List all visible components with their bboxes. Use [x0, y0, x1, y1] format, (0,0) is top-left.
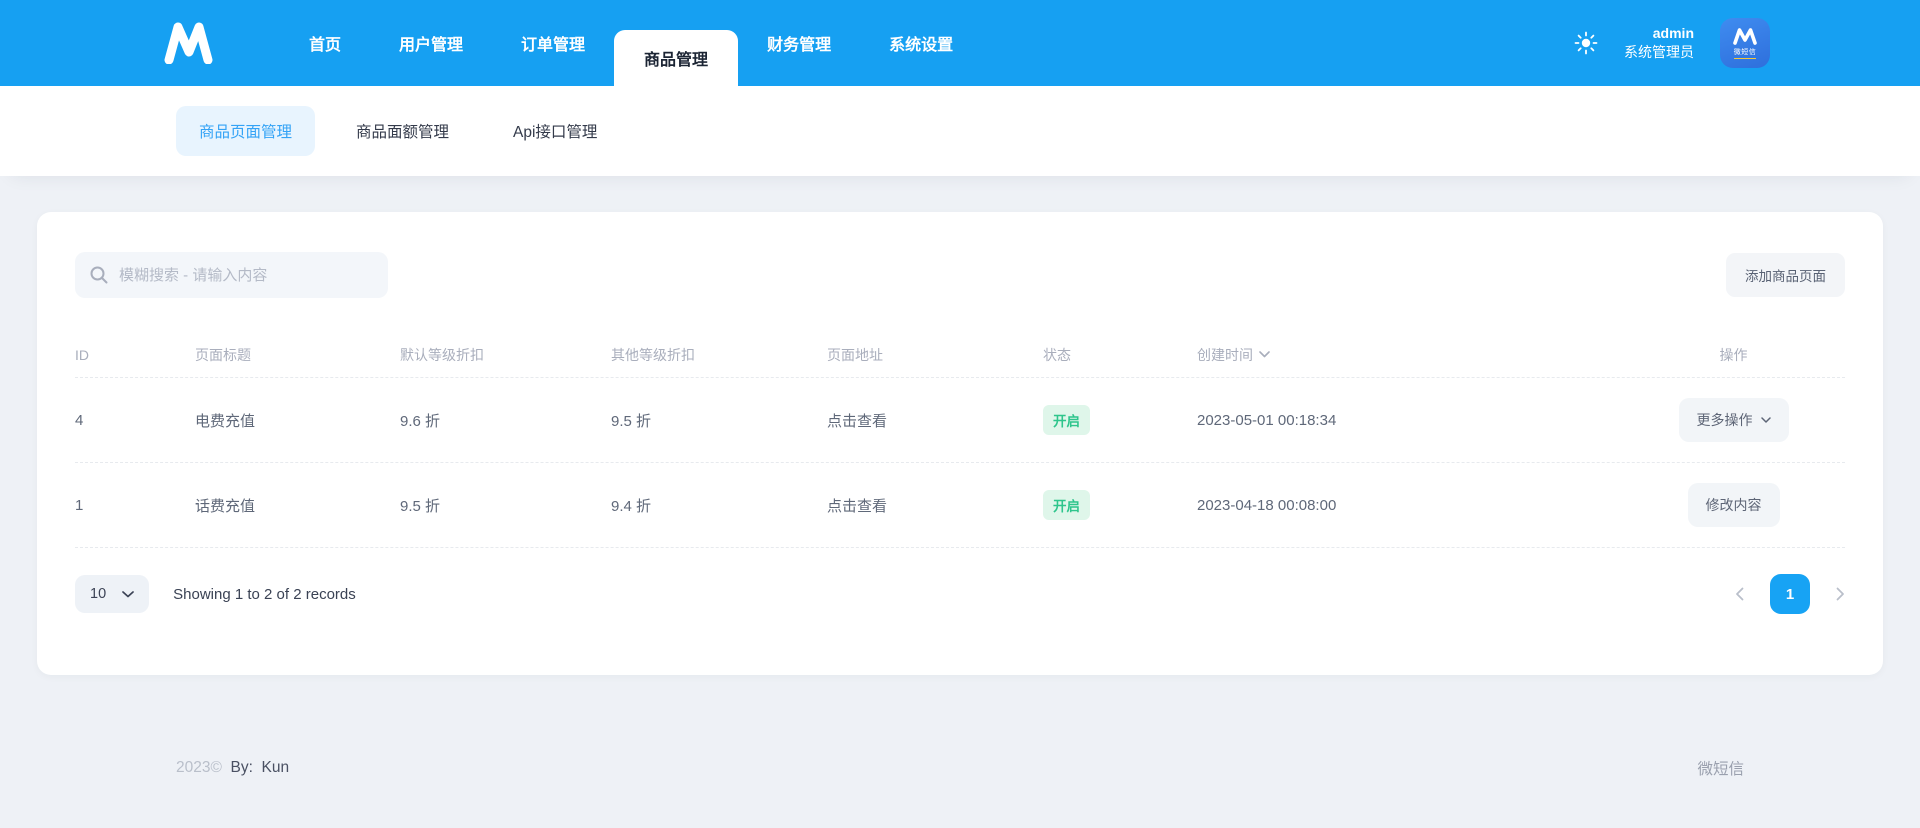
search-box[interactable]	[75, 252, 388, 298]
chevron-down-icon	[1760, 417, 1771, 423]
nav-item-users[interactable]: 用户管理	[370, 0, 492, 86]
avatar-caption: 微短信	[1733, 47, 1757, 59]
col-header-page-link: 页面地址	[827, 346, 883, 363]
page-number-button[interactable]: 1	[1770, 574, 1810, 614]
cell-title: 话费充值	[195, 497, 256, 515]
sub-nav: 商品页面管理 商品面额管理 Api接口管理	[0, 86, 1920, 176]
search-icon	[89, 265, 109, 285]
col-header-id: ID	[75, 346, 89, 363]
nav-item-home[interactable]: 首页	[280, 0, 370, 86]
cell-page-link[interactable]: 点击查看	[827, 495, 1043, 516]
page-footer: 2023© By: Kun 微短信	[176, 757, 1744, 779]
theme-toggle-button[interactable]	[1574, 31, 1598, 55]
cell-created: 2023-04-18 00:08:00	[1197, 496, 1337, 514]
subnav-item-api[interactable]: Api接口管理	[490, 106, 620, 156]
footer-copyright: 2023© By: Kun	[176, 759, 289, 777]
col-header-created: 创建时间	[1197, 346, 1253, 363]
footer-brand: 微短信	[1697, 761, 1744, 778]
cell-title: 电费充值	[195, 412, 256, 430]
col-header-status: 状态	[1043, 346, 1071, 363]
table-row: 4 电费充值 9.6 折 9.5 折 点击查看 开启 2023-05-01 00…	[75, 378, 1845, 463]
cell-default-discount: 9.6 折	[400, 412, 441, 430]
subnav-item-product-pages[interactable]: 商品页面管理	[176, 106, 316, 156]
logo-m-icon	[162, 22, 214, 64]
cell-other-discount: 9.4 折	[611, 497, 652, 515]
sun-icon	[1574, 31, 1598, 55]
col-header-other-discount: 其他等级折扣	[611, 346, 695, 363]
sort-chevron-down-icon	[1259, 351, 1270, 358]
brand-logo[interactable]	[162, 0, 214, 86]
chevron-right-icon	[1836, 587, 1845, 601]
footer-year: 2023©	[176, 759, 222, 776]
user-name: admin	[1652, 25, 1694, 42]
nav-item-settings[interactable]: 系统设置	[860, 0, 982, 86]
status-badge: 开启	[1043, 490, 1090, 520]
next-page-button[interactable]	[1836, 587, 1845, 601]
table-row: 1 话费充值 9.5 折 9.4 折 点击查看 开启 2023-04-18 00…	[75, 463, 1845, 548]
cell-created: 2023-05-01 00:18:34	[1197, 411, 1337, 429]
top-header: 首页 用户管理 订单管理 商品管理 财务管理 系统设置 admin 系统管理员 …	[0, 0, 1920, 86]
records-summary: Showing 1 to 2 of 2 records	[173, 585, 356, 603]
more-actions-button[interactable]: 更多操作	[1678, 398, 1789, 442]
header-right: admin 系统管理员 微短信	[1574, 0, 1770, 86]
edit-content-label: 修改内容	[1705, 497, 1762, 513]
main-nav: 首页 用户管理 订单管理 商品管理 财务管理 系统设置	[280, 0, 982, 86]
avatar-m-icon	[1732, 27, 1758, 45]
cell-id: 4	[75, 411, 84, 429]
search-input[interactable]	[119, 266, 374, 284]
col-header-created-sort[interactable]: 创建时间	[1197, 345, 1270, 365]
nav-item-products[interactable]: 商品管理	[614, 30, 739, 86]
edit-content-button[interactable]: 修改内容	[1687, 483, 1780, 527]
col-header-default-discount: 默认等级折扣	[400, 346, 484, 363]
col-header-title: 页面标题	[195, 346, 251, 363]
chevron-down-icon	[122, 590, 134, 598]
footer-author: By: Kun	[230, 759, 290, 776]
more-actions-label: 更多操作	[1696, 412, 1753, 428]
add-product-page-button[interactable]: 添加商品页面	[1726, 253, 1845, 297]
col-header-actions: 操作	[1719, 346, 1748, 363]
nav-item-orders[interactable]: 订单管理	[492, 0, 614, 86]
product-pages-table: ID 页面标题 默认等级折扣 其他等级折扣 页面地址 状态 创建时间 操作 4 …	[75, 332, 1845, 548]
toolbar: 添加商品页面	[75, 252, 1845, 298]
user-role: 系统管理员	[1624, 44, 1694, 60]
page-size-select[interactable]: 10	[75, 575, 150, 613]
cell-other-discount: 9.5 折	[611, 412, 652, 430]
status-badge: 开启	[1043, 405, 1090, 435]
user-meta: admin 系统管理员	[1624, 24, 1694, 62]
nav-item-finance[interactable]: 财务管理	[738, 0, 860, 86]
chevron-left-icon	[1735, 587, 1744, 601]
page-size-value: 10	[90, 586, 107, 602]
table-header-row: ID 页面标题 默认等级折扣 其他等级折扣 页面地址 状态 创建时间 操作	[75, 332, 1845, 378]
cell-id: 1	[75, 496, 84, 514]
content-card: 添加商品页面 ID 页面标题 默认等级折扣 其他等级折扣 页面地址 状态 创建时…	[37, 212, 1883, 675]
cell-page-link[interactable]: 点击查看	[827, 410, 1043, 431]
cell-default-discount: 9.5 折	[400, 497, 441, 515]
prev-page-button[interactable]	[1735, 587, 1744, 601]
subnav-item-denominations[interactable]: 商品面额管理	[333, 106, 472, 156]
avatar[interactable]: 微短信	[1720, 18, 1770, 68]
pagination-bar: 10 Showing 1 to 2 of 2 records 1	[75, 574, 1845, 614]
